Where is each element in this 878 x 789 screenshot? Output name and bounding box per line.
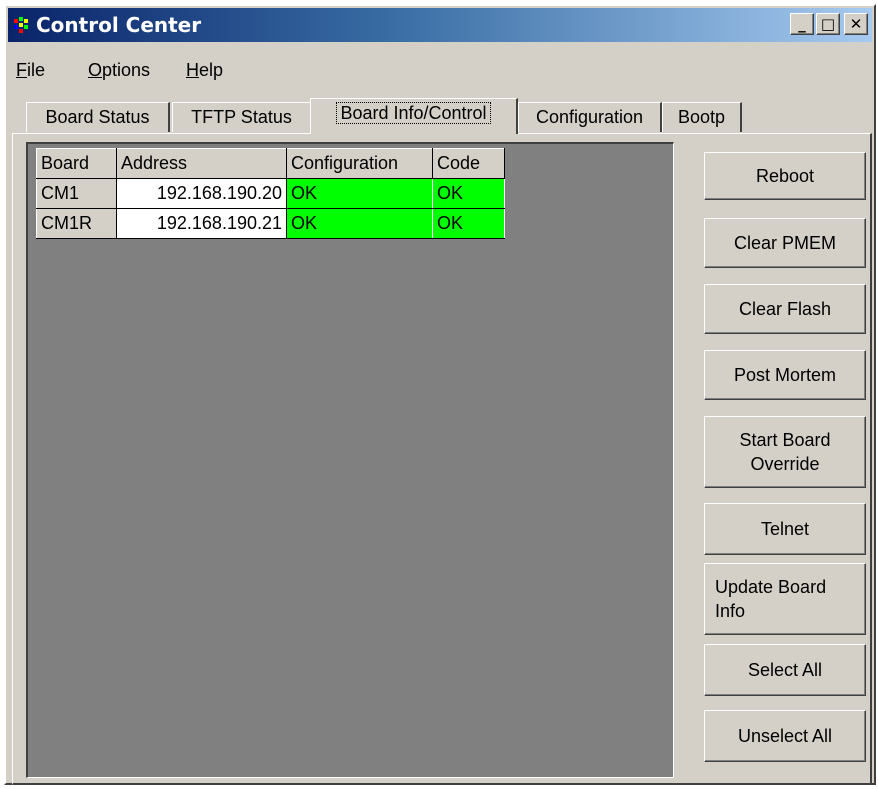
menu-options[interactable]: Options: [88, 60, 150, 81]
board-grid[interactable]: Board Address Configuration Code CM1 192…: [26, 142, 674, 778]
configuration-status-cell[interactable]: OK: [286, 208, 433, 239]
menu-help[interactable]: Help: [186, 60, 223, 81]
title-bar[interactable]: Control Center _ □ ✕: [8, 8, 872, 42]
reboot-button[interactable]: Reboot: [704, 152, 866, 200]
tab-configuration[interactable]: Configuration: [518, 102, 662, 132]
table-header-row: Board Address Configuration Code: [36, 148, 505, 179]
board-table: Board Address Configuration Code CM1 192…: [36, 148, 505, 239]
column-header-address[interactable]: Address: [116, 148, 287, 179]
control-center-app-icon: [14, 17, 32, 33]
board-cell[interactable]: CM1R: [36, 208, 117, 239]
tab-bootp[interactable]: Bootp: [662, 102, 742, 132]
code-status-cell[interactable]: OK: [432, 178, 505, 209]
update-board-info-button[interactable]: Update Board Info: [704, 563, 866, 635]
telnet-button[interactable]: Telnet: [704, 503, 866, 555]
address-cell[interactable]: 192.168.190.20: [116, 178, 287, 209]
column-header-code[interactable]: Code: [432, 148, 505, 179]
unselect-all-button[interactable]: Unselect All: [704, 710, 866, 762]
clear-flash-button[interactable]: Clear Flash: [704, 284, 866, 334]
tab-board-status[interactable]: Board Status: [26, 102, 170, 132]
tab-board-info-control[interactable]: Board Info/Control: [310, 98, 518, 134]
tab-tftp-status[interactable]: TFTP Status: [172, 102, 312, 132]
address-cell[interactable]: 192.168.190.21: [116, 208, 287, 239]
menu-file[interactable]: File: [16, 60, 45, 81]
column-header-board[interactable]: Board: [36, 148, 117, 179]
board-cell[interactable]: CM1: [36, 178, 117, 209]
configuration-status-cell[interactable]: OK: [286, 178, 433, 209]
table-row[interactable]: CM1 192.168.190.20 OK OK: [36, 178, 505, 209]
select-all-button[interactable]: Select All: [704, 644, 866, 696]
minimize-button[interactable]: _: [790, 13, 814, 35]
tab-strip: Board Status TFTP Status Board Info/Cont…: [6, 98, 876, 134]
start-board-override-button[interactable]: Start Board Override: [704, 416, 866, 488]
column-header-configuration[interactable]: Configuration: [286, 148, 433, 179]
clear-pmem-button[interactable]: Clear PMEM: [704, 218, 866, 268]
window-title: Control Center: [36, 13, 202, 37]
close-button[interactable]: ✕: [844, 13, 868, 35]
code-status-cell[interactable]: OK: [432, 208, 505, 239]
main-window: Control Center _ □ ✕ File Options Help B…: [4, 4, 876, 785]
table-row[interactable]: CM1R 192.168.190.21 OK OK: [36, 208, 505, 239]
maximize-button[interactable]: □: [816, 13, 840, 35]
post-mortem-button[interactable]: Post Mortem: [704, 350, 866, 400]
